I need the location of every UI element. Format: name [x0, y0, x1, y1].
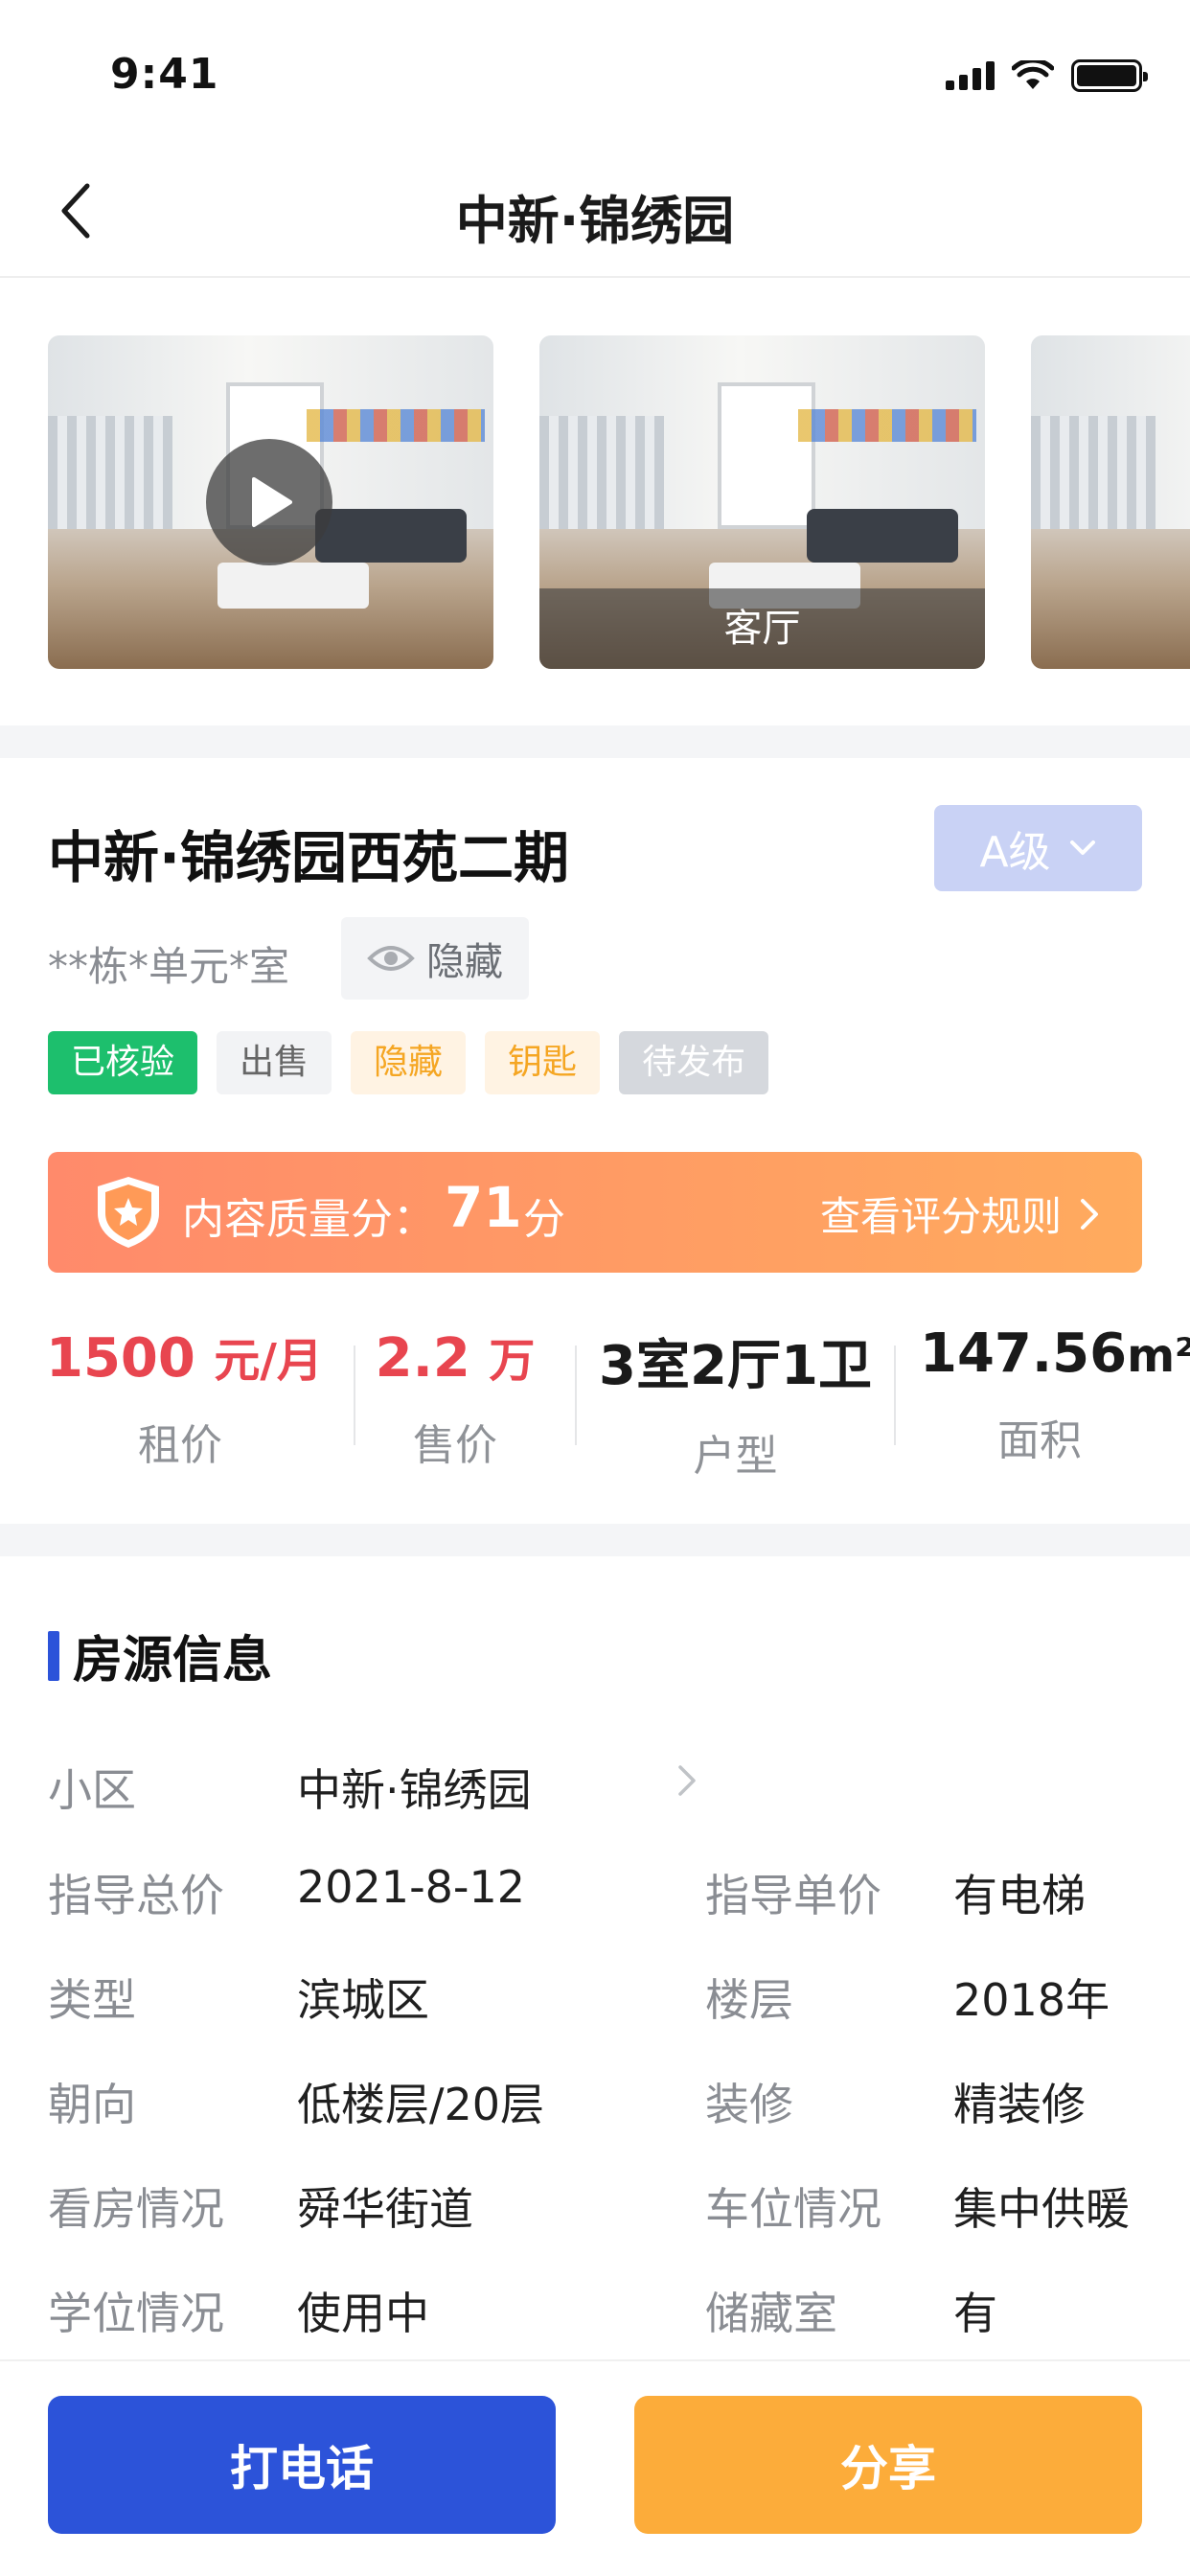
- gallery-photo-thumb[interactable]: 客厅: [539, 335, 985, 669]
- section-divider: [0, 1524, 1190, 1556]
- play-icon: [252, 477, 292, 527]
- status-bar: 9:41: [0, 0, 1190, 144]
- quality-score: 71: [445, 1175, 522, 1240]
- address-text: **栋*单元*室: [48, 943, 290, 990]
- battery-icon: [1071, 59, 1148, 92]
- info-value: 2021-8-12: [297, 1861, 526, 1913]
- tag-hidden: 隐藏: [351, 1031, 467, 1094]
- stat-layout: 3室2厅1卫 户型: [594, 1322, 877, 1483]
- chevron-right-icon[interactable]: [671, 1763, 705, 1798]
- section-accent-bar: [48, 1630, 59, 1681]
- hide-address-button[interactable]: 隐藏: [341, 917, 529, 1000]
- rent-label: 租价: [138, 1421, 222, 1470]
- scoring-rules-label: 查看评分规则: [819, 1193, 1062, 1240]
- area-value: 147.56: [920, 1322, 1128, 1385]
- share-button[interactable]: 分享: [634, 2396, 1142, 2534]
- info-value: 滨城区: [297, 1974, 429, 2026]
- section-divider: [0, 725, 1190, 758]
- info-value: 低楼层/20层: [297, 2079, 545, 2130]
- section-header: 房源信息: [48, 1620, 272, 1691]
- info-label: 楼层: [705, 1974, 793, 2026]
- rent-value: 1500: [46, 1327, 195, 1390]
- area-label: 面积: [997, 1416, 1082, 1465]
- eye-icon: [367, 946, 415, 971]
- community-label: 小区: [48, 1764, 136, 1816]
- community-value[interactable]: 中新·锦绣园: [297, 1756, 532, 1819]
- rent-unit: 元/月: [214, 1334, 323, 1388]
- info-label: 看房情况: [48, 2183, 224, 2235]
- stat-area: 147.56m² 面积: [920, 1322, 1190, 1467]
- info-value: 有电梯: [953, 1870, 1086, 1921]
- section-title: 房源信息: [73, 1632, 273, 1690]
- tag-for-sale: 出售: [217, 1031, 332, 1094]
- photo-caption: 客厅: [539, 588, 985, 669]
- stat-sale: 2.2 万 售价: [369, 1322, 541, 1472]
- key-stats: 1500 元/月 租价 2.2 万 售价 3室2厅1卫 户型 147.56m² …: [0, 1322, 1190, 1481]
- tag-verified: 已核验: [48, 1031, 198, 1094]
- grade-label: A级: [979, 828, 1051, 877]
- quality-unit: 分: [523, 1195, 565, 1244]
- status-time: 9:41: [110, 50, 219, 99]
- sale-value: 2.2: [375, 1327, 470, 1390]
- grade-dropdown[interactable]: A级: [934, 805, 1142, 891]
- info-value: 集中供暖: [953, 2183, 1130, 2235]
- sale-label: 售价: [413, 1421, 497, 1470]
- info-label: 储藏室: [705, 2288, 837, 2339]
- info-value: 有: [953, 2288, 997, 2339]
- shield-star-icon: [98, 1177, 159, 1248]
- tag-list: 已核验 出售 隐藏 钥匙 待发布: [48, 1031, 769, 1094]
- stat-divider: [894, 1346, 896, 1445]
- hide-label: 隐藏: [426, 940, 503, 984]
- info-value: 使用中: [297, 2288, 429, 2339]
- status-icons: [946, 59, 1148, 92]
- chevron-right-icon: [1081, 1198, 1098, 1230]
- wifi-icon: [1012, 60, 1054, 89]
- info-value: 2018年: [953, 1974, 1110, 2026]
- layout-value: 3室2厅1卫: [599, 1335, 872, 1397]
- tag-pending: 待发布: [619, 1031, 769, 1094]
- layout-label: 户型: [693, 1432, 778, 1481]
- info-label: 学位情况: [48, 2288, 224, 2339]
- stat-divider: [354, 1346, 355, 1445]
- info-label: 装修: [705, 2079, 793, 2130]
- info-value: 精装修: [953, 2079, 1086, 2130]
- tag-key: 钥匙: [485, 1031, 601, 1094]
- info-label: 指导总价: [48, 1870, 224, 1921]
- quality-score-banner[interactable]: 内容质量分： 71 分 查看评分规则: [48, 1152, 1142, 1273]
- bottom-action-bar: 打电话 分享: [0, 2359, 1190, 2576]
- info-label: 朝向: [48, 2079, 136, 2130]
- area-unit: m²: [1127, 1329, 1190, 1383]
- info-value: 舜华街道: [297, 2183, 473, 2235]
- gallery-photo-thumb[interactable]: [1031, 335, 1190, 669]
- play-button[interactable]: [206, 439, 332, 565]
- chevron-down-icon: [1069, 840, 1095, 855]
- nav-bar: 中新·锦绣园: [0, 144, 1190, 278]
- cellular-signal-icon: [946, 61, 995, 90]
- sale-unit: 万: [489, 1334, 536, 1388]
- photo-gallery[interactable]: 客厅: [0, 280, 1190, 725]
- scoring-rules-link[interactable]: 查看评分规则: [820, 1184, 1100, 1243]
- listing-title: 中新·锦绣园西苑二期: [48, 825, 570, 890]
- info-label: 车位情况: [705, 2183, 881, 2235]
- info-label: 指导单价: [705, 1870, 881, 1921]
- gallery-video-thumb[interactable]: [48, 335, 493, 669]
- page-title: 中新·锦绣园: [455, 191, 735, 251]
- quality-label: 内容质量分：: [182, 1195, 435, 1244]
- info-label: 类型: [48, 1974, 136, 2026]
- call-button[interactable]: 打电话: [48, 2396, 556, 2534]
- stat-divider: [575, 1346, 577, 1445]
- stat-rent: 1500 元/月 租价: [46, 1322, 323, 1472]
